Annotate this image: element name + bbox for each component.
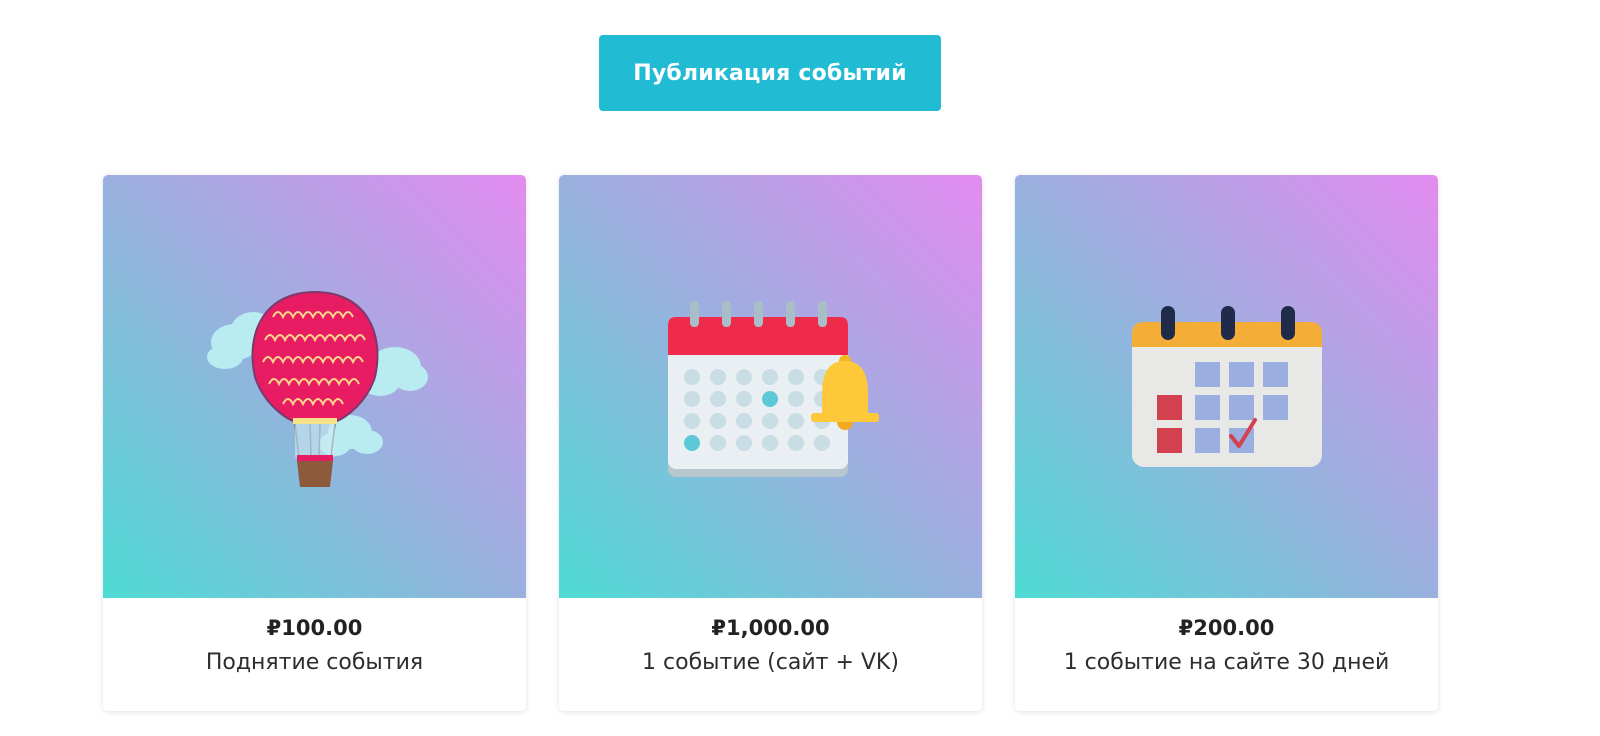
- product-price: ₽200.00: [1178, 616, 1275, 640]
- product-price: ₽1,000.00: [711, 616, 830, 640]
- hot-air-balloon-icon: [206, 290, 428, 487]
- product-title[interactable]: 1 событие (сайт + VK): [559, 650, 982, 675]
- product-card-site-vk[interactable]: ₽1,000.00 1 событие (сайт + VK): [559, 175, 982, 711]
- product-price: ₽100.00: [266, 616, 363, 640]
- calendar-bell-icon: [667, 300, 879, 477]
- publish-events-button[interactable]: Публикация событий: [599, 35, 941, 111]
- product-image[interactable]: [103, 175, 526, 598]
- product-image[interactable]: [1015, 175, 1438, 598]
- product-card-30-days[interactable]: ₽200.00 1 событие на сайте 30 дней: [1015, 175, 1438, 711]
- calendar-check-icon: [1131, 305, 1322, 467]
- product-info: ₽1,000.00 1 событие (сайт + VK): [559, 598, 982, 711]
- product-list: ₽100.00 Поднятие события ₽1,000.00 1 соб…: [103, 175, 1438, 711]
- product-info: ₽200.00 1 событие на сайте 30 дней: [1015, 598, 1438, 711]
- product-card-raise-event[interactable]: ₽100.00 Поднятие события: [103, 175, 526, 711]
- page: Публикация событий ₽100.00 Поднятие собы…: [0, 0, 1600, 736]
- product-title[interactable]: Поднятие события: [103, 650, 526, 675]
- product-image[interactable]: [559, 175, 982, 598]
- product-info: ₽100.00 Поднятие события: [103, 598, 526, 711]
- product-title[interactable]: 1 событие на сайте 30 дней: [1015, 650, 1438, 675]
